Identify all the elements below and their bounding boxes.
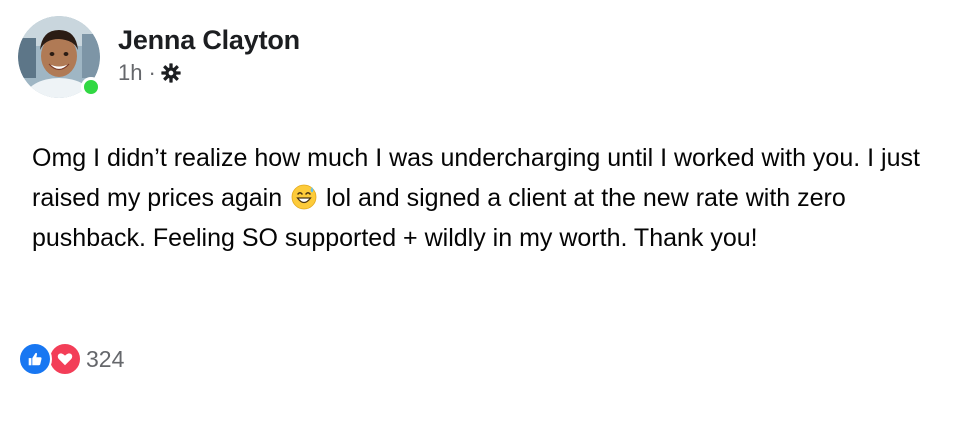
gear-icon[interactable] xyxy=(160,62,182,84)
avatar-container[interactable] xyxy=(18,16,101,98)
thumbs-up-icon xyxy=(28,352,42,366)
separator-dot: · xyxy=(148,60,156,85)
like-icon[interactable] xyxy=(18,342,52,376)
post-timestamp[interactable]: 1h xyxy=(118,60,142,86)
online-status-dot xyxy=(81,77,101,97)
post-header: Jenna Clayton 1h · xyxy=(18,16,300,100)
love-icon[interactable] xyxy=(48,342,82,376)
grinning-sweat-emoji-icon xyxy=(291,184,317,210)
author-name[interactable]: Jenna Clayton xyxy=(118,24,300,56)
post-body: Omg I didn’t realize how much I was unde… xyxy=(32,138,932,258)
post-card: Jenna Clayton 1h · Omg I didn’t realize … xyxy=(0,0,970,426)
reactions-bar[interactable]: 324 xyxy=(18,342,124,376)
post-meta: Jenna Clayton 1h · xyxy=(118,24,300,86)
post-subline: 1h · xyxy=(118,60,300,86)
heart-icon xyxy=(57,353,73,366)
reaction-count[interactable]: 324 xyxy=(86,346,124,373)
